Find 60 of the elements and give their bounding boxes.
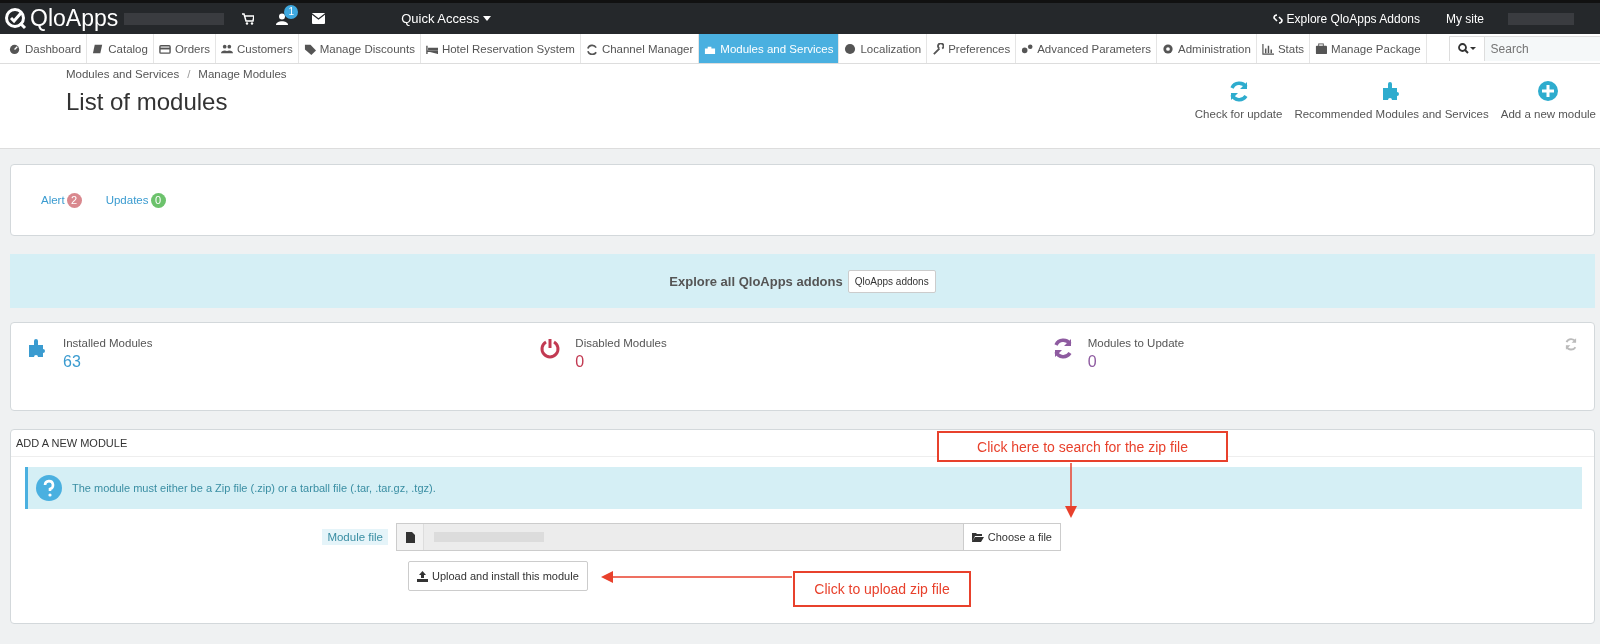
nav-tab[interactable]: Orders <box>153 34 217 63</box>
folder-icon <box>971 532 984 542</box>
banner-text: Explore all QloApps addons <box>669 273 843 289</box>
stat-label: Installed Modules <box>63 337 153 349</box>
upload-icon <box>417 570 428 582</box>
nav-tab[interactable]: Manage Package <box>1310 34 1427 63</box>
annotation-arrow <box>1065 462 1077 518</box>
nav-tab[interactable]: Catalog <box>87 34 154 63</box>
gauge-icon <box>9 42 21 55</box>
user-icon[interactable] <box>276 12 289 25</box>
stat-label: Modules to Update <box>1087 337 1185 349</box>
stat-value: 0 <box>1087 353 1098 371</box>
briefcase-icon <box>1315 42 1328 55</box>
upload-button[interactable]: Upload and install this module <box>408 561 588 591</box>
stat-value: 0 <box>575 353 586 371</box>
nav-tab[interactable]: Administration <box>1157 34 1257 63</box>
refresh-icon <box>585 42 598 55</box>
nav-tab[interactable]: Preferences <box>927 34 1017 63</box>
annotation-callout: Click here to search for the zip file <box>937 431 1228 462</box>
stat-label: Disabled Modules <box>575 337 667 349</box>
field-label: Module file <box>322 529 388 545</box>
count-badge: 2 <box>66 192 82 208</box>
info-text: The module must either be a Zip file (.zip) or a tarball file (.tar, .tar.gz, .tgz). <box>72 482 436 494</box>
page-title: List of modules <box>66 88 229 116</box>
notification-badge: 1 <box>284 4 299 19</box>
credit-card-icon <box>158 42 171 55</box>
cart-icon[interactable] <box>242 12 255 25</box>
plus-circle-icon <box>1537 80 1560 102</box>
my-site-link[interactable]: My site <box>1446 11 1484 26</box>
explore-addons-link[interactable]: Explore QloApps Addons <box>1271 11 1420 26</box>
toolbar-button[interactable]: Add a new module <box>1500 80 1596 148</box>
users-icon <box>221 42 234 55</box>
breadcrumb-separator: / <box>187 68 191 80</box>
caret-icon <box>483 16 492 21</box>
breadcrumb-link[interactable]: Modules and Services <box>66 68 180 80</box>
file-field[interactable]: Choose a file <box>396 523 1061 551</box>
count-badge: 0 <box>150 192 166 208</box>
logo-text[interactable]: QloApps <box>30 5 119 32</box>
mail-icon[interactable] <box>312 13 326 24</box>
nav-tab[interactable]: Hotel Reservation System <box>420 34 581 63</box>
breadcrumb-link[interactable]: Manage Modules <box>198 68 287 80</box>
annotation-callout: Click to upload zip file <box>793 571 971 607</box>
toolbar-button[interactable]: Check for update <box>1194 80 1283 148</box>
nav-tab[interactable]: Manage Discounts <box>298 34 421 63</box>
stat-value: 63 <box>63 353 82 371</box>
nav-tab[interactable]: Advanced Parameters <box>1016 34 1157 63</box>
quick-access-dropdown[interactable]: Quick Access <box>395 10 498 27</box>
power-icon <box>539 337 562 359</box>
nav-tab[interactable]: Dashboard <box>4 34 88 63</box>
bar-chart-icon <box>1261 42 1274 55</box>
file-icon <box>405 531 415 543</box>
addons-button[interactable]: QloApps addons <box>847 269 936 293</box>
logo-icon <box>4 6 28 31</box>
nav-tab[interactable]: Localization <box>839 34 928 63</box>
nav-tab[interactable]: Stats <box>1256 34 1311 63</box>
toolbar-button[interactable]: Recommended Modules and Services <box>1294 80 1489 148</box>
nav-tab[interactable]: Customers <box>216 34 299 63</box>
tag-icon <box>303 42 316 55</box>
link-icon <box>1271 12 1284 25</box>
help-icon <box>36 475 62 501</box>
